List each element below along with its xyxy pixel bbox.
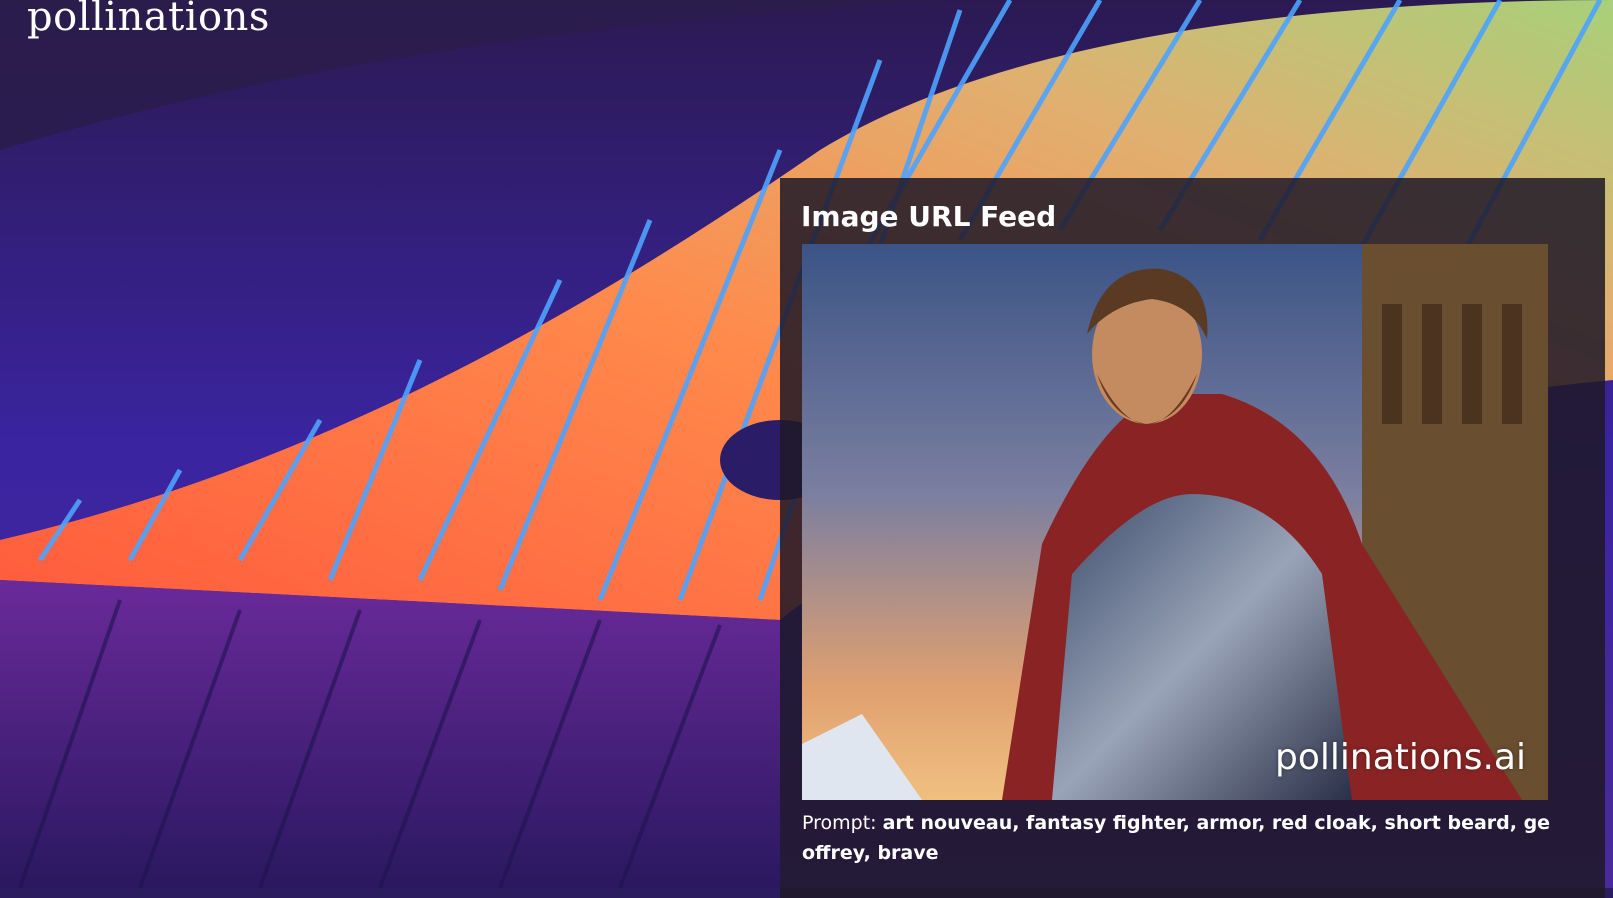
- watermark-text: pollinations.ai: [1275, 737, 1526, 778]
- prompt-text: art nouveau, fantasy fighter, armor, red…: [802, 812, 1551, 864]
- prompt-line: Prompt: art nouveau, fantasy fighter, ar…: [802, 808, 1562, 868]
- prompt-label: Prompt:: [802, 812, 877, 834]
- logo[interactable]: pollinations: [27, 0, 270, 40]
- generated-image[interactable]: pollinations.ai: [802, 244, 1548, 800]
- fantasy-fighter-image-icon: [802, 244, 1548, 800]
- feed-title: Image URL Feed: [801, 200, 1057, 233]
- image-feed-panel: Image URL Feed pollinations.ai Prompt: a…: [780, 178, 1605, 898]
